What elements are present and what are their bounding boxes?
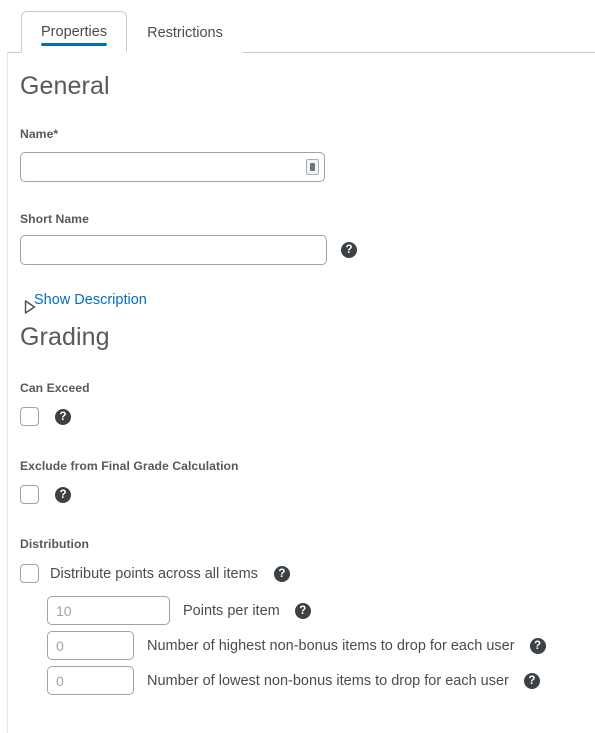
short-name-label: Short Name bbox=[20, 212, 89, 226]
distribute-points-row: Distribute points across all items ? bbox=[20, 564, 595, 583]
short-name-input[interactable] bbox=[20, 235, 327, 265]
can-exceed-row: ? bbox=[20, 407, 595, 426]
distribution-label: Distribution bbox=[20, 537, 89, 551]
drop-lowest-label: Number of lowest non-bonus items to drop… bbox=[147, 672, 509, 689]
drop-lowest-input[interactable] bbox=[47, 666, 134, 695]
general-section-heading: General bbox=[20, 72, 110, 100]
exclude-final-grade-label: Exclude from Final Grade Calculation bbox=[20, 459, 239, 473]
name-label-wrap: Name* bbox=[20, 125, 595, 143]
help-icon[interactable]: ? bbox=[55, 486, 71, 503]
tab-active-indicator bbox=[41, 43, 108, 46]
name-input-wrap bbox=[20, 152, 325, 182]
drop-highest-label: Number of highest non-bonus items to dro… bbox=[147, 637, 515, 654]
drop-highest-row: Number of highest non-bonus items to dro… bbox=[47, 631, 595, 660]
help-icon[interactable]: ? bbox=[529, 637, 546, 654]
grading-section-heading: Grading bbox=[20, 323, 110, 351]
short-name-field-group: Short Name ? bbox=[20, 212, 595, 265]
points-per-item-row: Points per item ? bbox=[47, 596, 595, 625]
help-icon[interactable]: ? bbox=[523, 672, 540, 689]
exclude-final-grade-group: Exclude from Final Grade Calculation ? bbox=[20, 459, 595, 504]
help-icon[interactable]: ? bbox=[294, 602, 311, 619]
name-label: Name bbox=[20, 127, 54, 141]
points-per-item-label: Points per item bbox=[183, 602, 280, 619]
tab-list: Properties Restrictions bbox=[21, 10, 243, 53]
name-field-group: Name* bbox=[20, 125, 595, 182]
can-exceed-group: Can Exceed ? bbox=[20, 381, 595, 426]
show-description-label: Show Description bbox=[34, 292, 147, 308]
points-per-item-input[interactable] bbox=[47, 596, 170, 625]
tab-strip: Properties Restrictions bbox=[7, 0, 595, 53]
tab-properties-label: Properties bbox=[41, 23, 108, 40]
show-description-toggle[interactable]: Show Description bbox=[20, 292, 147, 314]
help-icon[interactable]: ? bbox=[55, 408, 71, 425]
tab-restrictions[interactable]: Restrictions bbox=[127, 11, 243, 53]
can-exceed-label: Can Exceed bbox=[20, 381, 90, 395]
distribute-points-checkbox[interactable] bbox=[20, 564, 39, 583]
properties-panel: General Name* Short Name ? Show Descript… bbox=[7, 53, 595, 733]
properties-content: General Name* Short Name ? Show Descript… bbox=[8, 53, 595, 695]
drop-lowest-row: Number of lowest non-bonus items to drop… bbox=[47, 666, 595, 695]
drop-highest-input[interactable] bbox=[47, 631, 134, 660]
tab-properties[interactable]: Properties bbox=[21, 10, 128, 53]
input-indicator-icon[interactable] bbox=[306, 159, 319, 175]
can-exceed-checkbox[interactable] bbox=[20, 407, 39, 426]
short-name-input-row: ? bbox=[20, 235, 595, 265]
help-icon[interactable]: ? bbox=[341, 242, 357, 258]
exclude-final-grade-checkbox[interactable] bbox=[20, 485, 39, 504]
tab-restrictions-label: Restrictions bbox=[147, 24, 223, 41]
exclude-final-grade-row: ? bbox=[20, 485, 595, 504]
name-input[interactable] bbox=[20, 152, 325, 182]
distribute-points-label: Distribute points across all items bbox=[50, 565, 258, 582]
distribution-group: Distribution Distribute points across al… bbox=[20, 537, 595, 695]
help-icon[interactable]: ? bbox=[273, 565, 290, 582]
name-required-marker: * bbox=[53, 127, 59, 141]
